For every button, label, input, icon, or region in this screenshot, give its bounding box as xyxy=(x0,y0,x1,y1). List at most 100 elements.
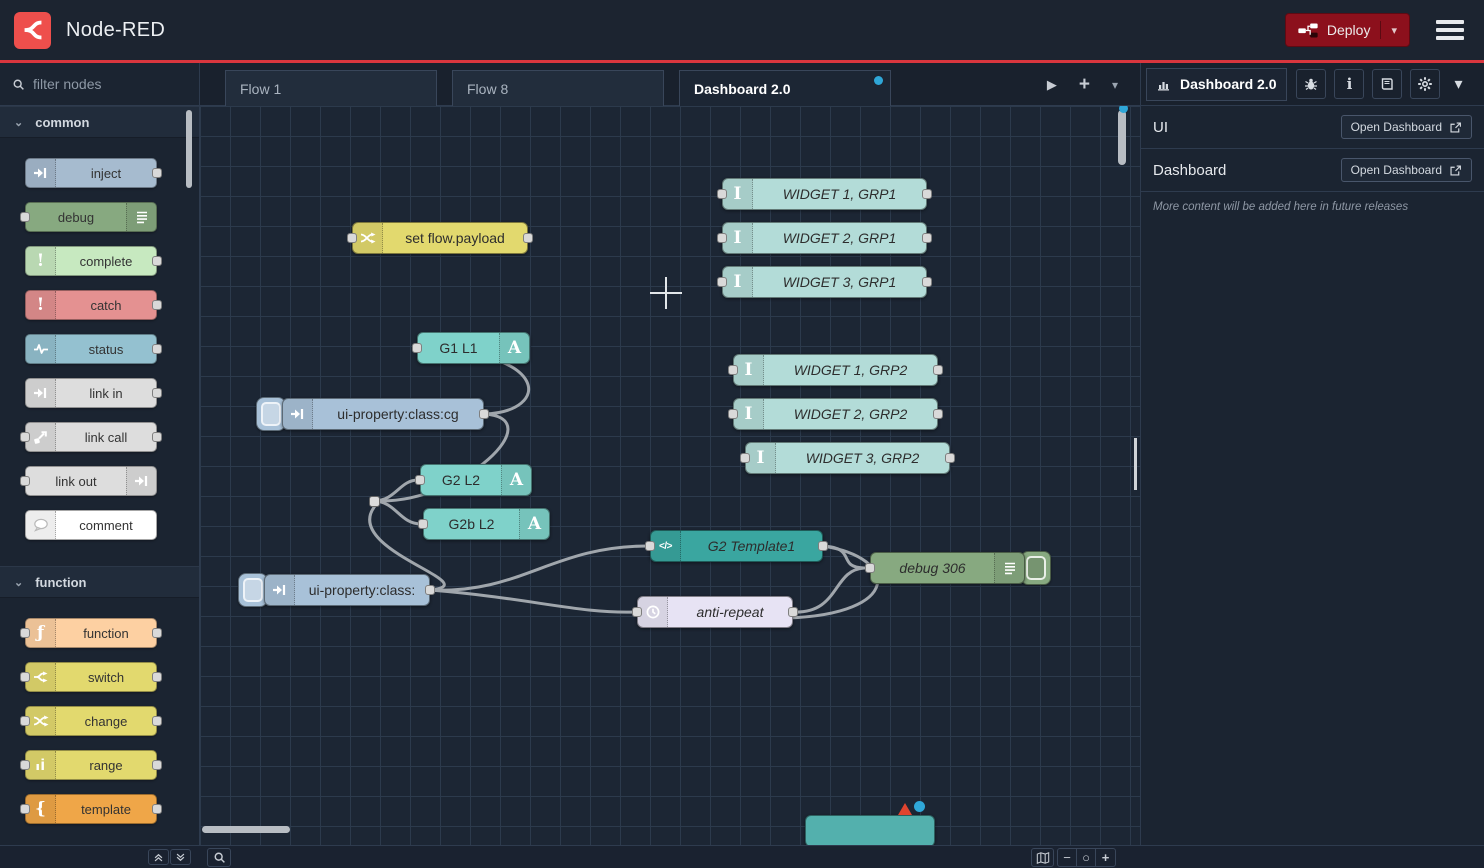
node-ui-property-class[interactable]: ui-property:class: xyxy=(264,574,430,606)
node-set-flow-payload[interactable]: set flow.payload xyxy=(352,222,528,254)
open-dashboard-button[interactable]: Open Dashboard xyxy=(1341,115,1472,139)
add-flow-button[interactable]: + xyxy=(1079,74,1090,96)
palette-node-label: range xyxy=(56,751,156,779)
output-port[interactable] xyxy=(945,453,955,463)
palette-search[interactable] xyxy=(0,63,199,106)
wire-junction[interactable] xyxy=(369,496,380,507)
palette-node-complete[interactable]: !complete xyxy=(25,246,157,276)
zoom-in-button[interactable]: + xyxy=(1096,849,1115,866)
navigator-toggle-button[interactable] xyxy=(1031,848,1054,867)
output-port[interactable] xyxy=(523,233,533,243)
input-port[interactable] xyxy=(717,233,727,243)
sidebar-tool-info-button[interactable]: i xyxy=(1334,69,1364,99)
canvas-vscrollbar[interactable] xyxy=(1118,110,1126,165)
tab-list-button[interactable]: ▾ xyxy=(1112,78,1118,92)
output-port[interactable] xyxy=(922,277,932,287)
input-port[interactable] xyxy=(717,189,727,199)
node-anti-repeat[interactable]: anti-repeat xyxy=(637,596,793,628)
palette-node-label: link out xyxy=(26,467,126,495)
node-ui-property-class-cg[interactable]: ui-property:class:cg xyxy=(282,398,484,430)
output-port[interactable] xyxy=(922,189,932,199)
filter-nodes-input[interactable] xyxy=(33,76,173,92)
exclamation-icon: ! xyxy=(37,297,44,314)
node-widget-3-grp2[interactable]: IWIDGET 3, GRP2 xyxy=(745,442,950,474)
input-port[interactable] xyxy=(740,453,750,463)
sidebar-resize-handle[interactable] xyxy=(1134,438,1137,490)
palette-node-label: template xyxy=(56,795,156,823)
header: Node-RED Deploy ▾ xyxy=(0,0,1484,60)
debug-toggle-button[interactable] xyxy=(1021,551,1051,585)
input-port[interactable] xyxy=(728,365,738,375)
flow-canvas[interactable]: set flow.payload IWIDGET 1, GRP1 IWIDGET 2… xyxy=(200,106,1140,845)
section-title: UI xyxy=(1153,119,1168,136)
input-port[interactable] xyxy=(717,277,727,287)
tab-flow-1[interactable]: Flow 1 xyxy=(225,70,437,106)
node-g1-l1[interactable]: G1 L1A xyxy=(417,332,530,364)
palette-node-status[interactable]: status xyxy=(25,334,157,364)
palette-node-change[interactable]: change xyxy=(25,706,157,736)
node-widget-3-grp1[interactable]: IWIDGET 3, GRP1 xyxy=(722,266,927,298)
palette-scrollbar[interactable] xyxy=(186,110,192,188)
input-port[interactable] xyxy=(865,563,875,573)
input-port[interactable] xyxy=(418,519,428,529)
palette: ⌄common inject debug !complete !catch status l… xyxy=(0,63,200,845)
node-debug-306[interactable]: debug 306 xyxy=(870,552,1025,584)
tab-dashboard-2-0[interactable]: Dashboard 2.0 xyxy=(679,70,891,107)
sidebar-tool-chevron-down-button[interactable]: ▾ xyxy=(1448,69,1468,99)
output-port[interactable] xyxy=(788,607,798,617)
node-widget-2-grp1[interactable]: IWIDGET 2, GRP1 xyxy=(722,222,927,254)
open-dashboard-button[interactable]: Open Dashboard xyxy=(1341,158,1472,182)
output-port[interactable] xyxy=(818,541,828,551)
palette-node-inject[interactable]: inject xyxy=(25,158,157,188)
zoom-out-button[interactable]: − xyxy=(1058,849,1077,866)
node-icon-cell: I xyxy=(723,267,753,297)
palette-node-link-out[interactable]: link out xyxy=(25,466,157,496)
zoom-reset-button[interactable]: ○ xyxy=(1077,849,1096,866)
input-port[interactable] xyxy=(415,475,425,485)
palette-node-catch[interactable]: !catch xyxy=(25,290,157,320)
palette-node-switch[interactable]: switch xyxy=(25,662,157,692)
palette-node-range[interactable]: range xyxy=(25,750,157,780)
palette-node-comment[interactable]: comment xyxy=(25,510,157,540)
palette-expand-all-button[interactable] xyxy=(170,849,191,865)
sidebar-tool-bug-button[interactable] xyxy=(1296,69,1326,99)
output-port[interactable] xyxy=(933,409,943,419)
palette-node-link-call[interactable]: link call xyxy=(25,422,157,452)
palette-node-label: link call xyxy=(56,423,156,451)
main-menu-button[interactable] xyxy=(1436,20,1464,40)
node-widget-2-grp2[interactable]: IWIDGET 2, GRP2 xyxy=(733,398,938,430)
node-clipped-node[interactable] xyxy=(805,815,935,845)
sidebar-tool-book-button[interactable] xyxy=(1372,69,1402,99)
output-port[interactable] xyxy=(425,585,435,595)
input-port[interactable] xyxy=(632,607,642,617)
tab-scroll-right-button[interactable]: ▶ xyxy=(1047,77,1057,93)
sidebar-tool-gear-button[interactable] xyxy=(1410,69,1440,99)
node-g2-l2[interactable]: G2 L2A xyxy=(420,464,532,496)
palette-node-link-in[interactable]: link in xyxy=(25,378,157,408)
output-port[interactable] xyxy=(479,409,489,419)
palette-category-common[interactable]: ⌄common xyxy=(0,106,199,138)
node-g2-template1[interactable]: </>G2 Template1 xyxy=(650,530,823,562)
node-widget-1-grp1[interactable]: IWIDGET 1, GRP1 xyxy=(722,178,927,210)
palette-category-function[interactable]: ⌄function xyxy=(0,566,199,598)
canvas-hscrollbar[interactable] xyxy=(202,826,290,833)
chevron-down-icon[interactable]: ▾ xyxy=(1391,24,1397,37)
palette-node-function[interactable]: ƒfunction xyxy=(25,618,157,648)
sidebar-tab-dashboard[interactable]: Dashboard 2.0 xyxy=(1146,68,1287,101)
input-port[interactable] xyxy=(347,233,357,243)
palette-collapse-all-button[interactable] xyxy=(148,849,169,865)
input-port[interactable] xyxy=(728,409,738,419)
node-g2b-l2[interactable]: G2b L2A xyxy=(423,508,550,540)
palette-node-template[interactable]: {template xyxy=(25,794,157,824)
output-port[interactable] xyxy=(933,365,943,375)
node-widget-1-grp2[interactable]: IWIDGET 1, GRP2 xyxy=(733,354,938,386)
input-port[interactable] xyxy=(645,541,655,551)
input-port[interactable] xyxy=(412,343,422,353)
text-cursor-icon: I xyxy=(745,362,753,379)
deploy-button[interactable]: Deploy ▾ xyxy=(1285,13,1410,47)
output-port[interactable] xyxy=(922,233,932,243)
palette-node-debug[interactable]: debug xyxy=(25,202,157,232)
canvas-search-button[interactable] xyxy=(207,848,231,867)
footer-bar: − ○ + xyxy=(0,845,1484,868)
tab-flow-8[interactable]: Flow 8 xyxy=(452,70,664,106)
